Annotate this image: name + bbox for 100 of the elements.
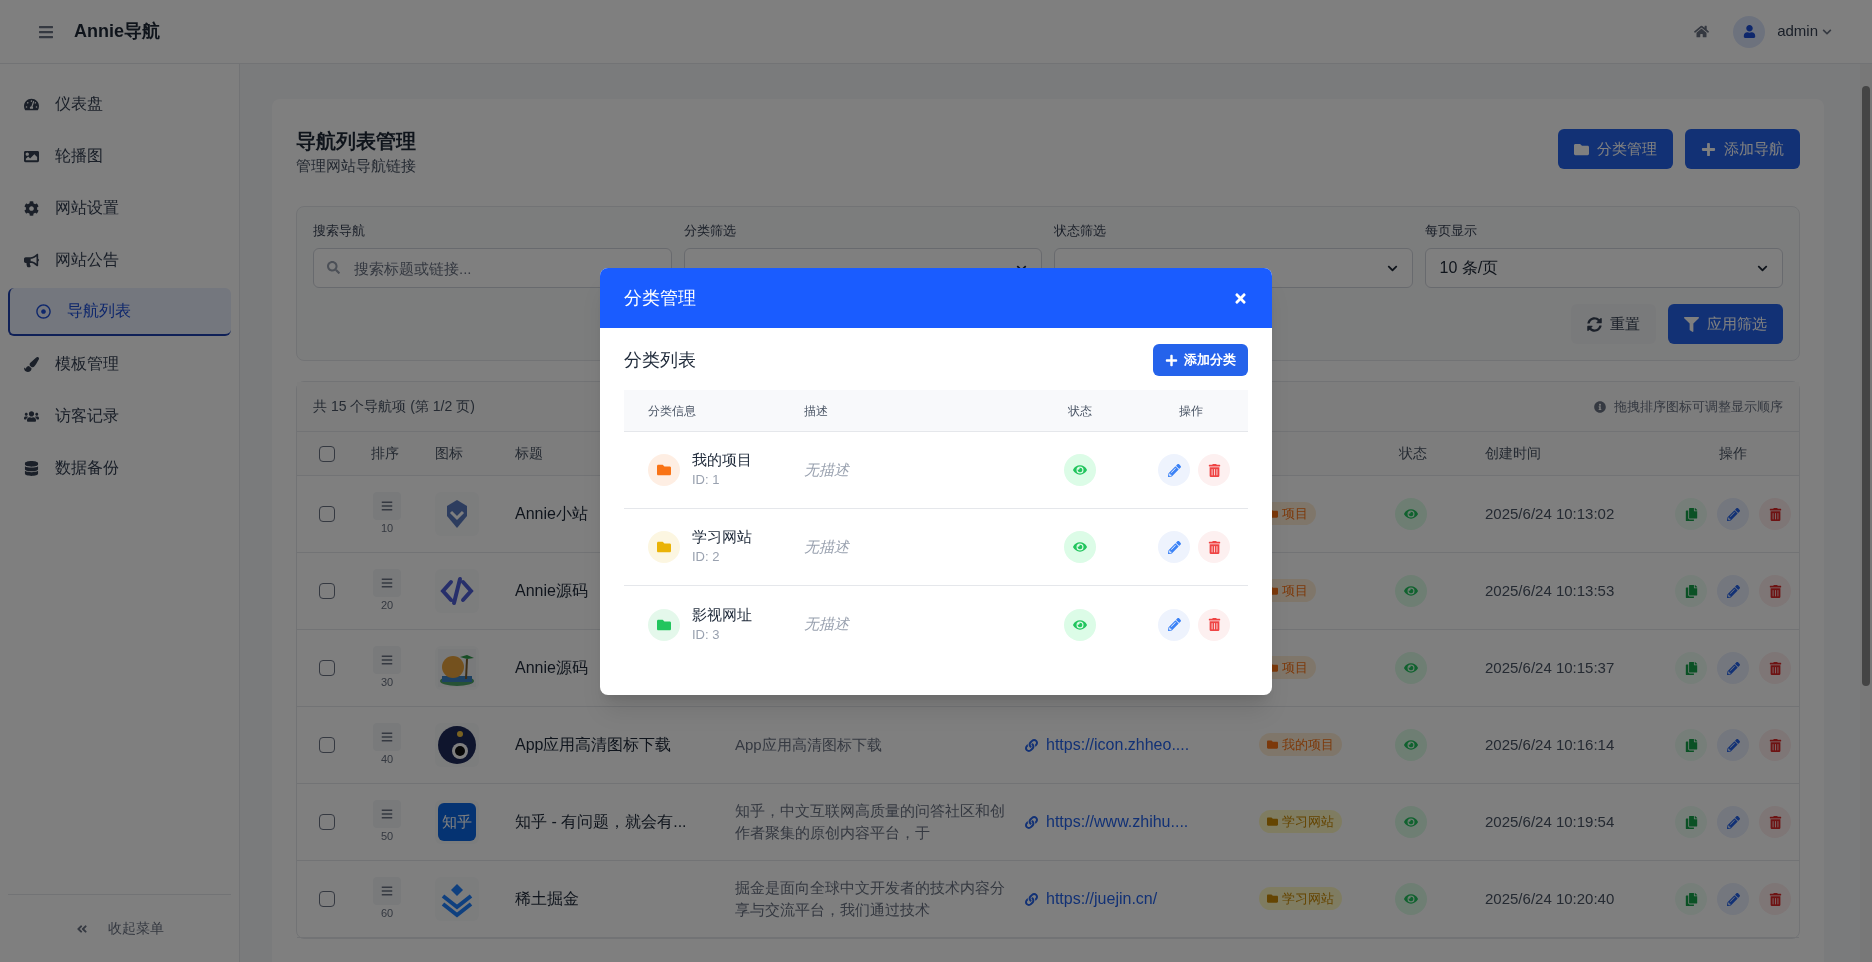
nav-link[interactable]: https://www.zhihu.... xyxy=(1025,810,1245,834)
visible-toggle[interactable] xyxy=(1395,498,1427,530)
home-icon[interactable] xyxy=(1694,24,1710,39)
edit-button[interactable] xyxy=(1717,575,1749,607)
folder-icon xyxy=(1574,141,1589,157)
folder-icon xyxy=(657,463,671,477)
drag-handle[interactable] xyxy=(373,722,401,751)
collapse-menu-link[interactable]: 收起菜单 xyxy=(107,918,164,939)
edit-button[interactable] xyxy=(1717,652,1749,684)
visible-toggle[interactable] xyxy=(1064,454,1096,486)
nav-link[interactable]: https://juejin.cn/ xyxy=(1025,887,1245,911)
eye-icon xyxy=(1073,617,1087,632)
eye-icon xyxy=(1404,738,1418,752)
search-field[interactable]: 搜索标题或链接... xyxy=(313,248,672,288)
target-icon xyxy=(36,303,51,319)
sort-number: 40 xyxy=(380,751,394,767)
select-all-checkbox[interactable] xyxy=(319,445,335,462)
folder-icon xyxy=(1267,739,1278,751)
edit-button[interactable] xyxy=(1717,498,1749,530)
header-button[interactable]: 分类管理 xyxy=(1558,129,1673,169)
nav-description: App应用高清图标下载 xyxy=(735,735,883,755)
copy-button[interactable] xyxy=(1675,806,1707,838)
delete-button[interactable] xyxy=(1759,729,1791,761)
row-checkbox[interactable] xyxy=(319,506,335,522)
scrollbar[interactable] xyxy=(1860,64,1872,962)
created-time: 2025/6/24 10:15:37 xyxy=(1485,657,1616,678)
chevron-down-icon[interactable] xyxy=(1822,26,1832,37)
copy-button[interactable] xyxy=(1675,729,1707,761)
delete-button[interactable] xyxy=(1759,498,1791,530)
column-header: 排序 xyxy=(371,444,399,463)
drag-handle[interactable] xyxy=(373,876,401,905)
delete-button[interactable] xyxy=(1198,608,1230,641)
row-checkbox[interactable] xyxy=(319,583,335,599)
visible-toggle[interactable] xyxy=(1395,575,1427,607)
select-field[interactable]: 10 条/页 xyxy=(1424,248,1783,288)
sidebar-item[interactable]: 模板管理 xyxy=(8,340,231,388)
visible-toggle[interactable] xyxy=(1395,729,1427,761)
copy-button[interactable] xyxy=(1675,498,1707,530)
nav-link[interactable]: https://icon.zhheo.... xyxy=(1025,733,1245,757)
drag-handle[interactable] xyxy=(373,645,401,674)
edit-button[interactable] xyxy=(1717,883,1749,915)
header-button[interactable]: 添加导航 xyxy=(1685,129,1800,169)
category-name: 我的项目 xyxy=(692,450,752,471)
visible-toggle[interactable] xyxy=(1395,883,1427,915)
column-header: 操作 xyxy=(1178,402,1204,420)
user-name[interactable]: admin xyxy=(1777,20,1818,43)
trash-icon xyxy=(1207,540,1221,554)
delete-button[interactable] xyxy=(1759,883,1791,915)
drag-handle[interactable] xyxy=(373,491,401,520)
eye-icon xyxy=(1404,661,1418,675)
copy-button[interactable] xyxy=(1675,652,1707,684)
add-category-button[interactable]: 添加分类 xyxy=(1153,344,1248,376)
row-checkbox[interactable] xyxy=(319,891,335,907)
visible-toggle[interactable] xyxy=(1395,806,1427,838)
row-checkbox[interactable] xyxy=(319,814,335,830)
delete-button[interactable] xyxy=(1759,575,1791,607)
collapse-icon[interactable] xyxy=(75,922,88,935)
copy-button[interactable] xyxy=(1675,883,1707,915)
sidebar-item[interactable]: 导航列表 xyxy=(8,288,231,336)
edit-button[interactable] xyxy=(1717,806,1749,838)
logo-icon: 知乎 xyxy=(438,803,476,841)
avatar-icon[interactable] xyxy=(1733,15,1766,48)
visible-toggle[interactable] xyxy=(1064,608,1096,641)
sidebar-label: 模板管理 xyxy=(55,354,119,374)
edit-button[interactable] xyxy=(1158,531,1190,563)
filter-label: 分类筛选 xyxy=(683,221,737,240)
pencil-icon xyxy=(1726,661,1740,675)
sidebar-item[interactable]: 仪表盘 xyxy=(8,80,231,128)
delete-button[interactable] xyxy=(1759,652,1791,684)
plus-icon xyxy=(1701,141,1716,157)
visible-toggle[interactable] xyxy=(1064,531,1096,563)
sidebar-item[interactable]: 网站公告 xyxy=(8,236,231,284)
nav-title: Annie小站 xyxy=(515,504,589,524)
delete-button[interactable] xyxy=(1198,454,1230,486)
sidebar-item[interactable]: 网站设置 xyxy=(8,184,231,232)
column-header: 描述 xyxy=(804,402,829,420)
sidebar-item[interactable]: 数据备份 xyxy=(8,444,231,492)
menu-icon[interactable] xyxy=(38,23,54,40)
pencil-icon xyxy=(1726,815,1740,829)
edit-button[interactable] xyxy=(1158,608,1190,641)
pencil-icon xyxy=(1726,584,1740,598)
sidebar-item[interactable]: 轮播图 xyxy=(8,132,231,180)
visible-toggle[interactable] xyxy=(1395,652,1427,684)
close-icon[interactable] xyxy=(1233,290,1248,306)
nav-title: App应用高清图标下载 xyxy=(515,735,673,755)
row-checkbox[interactable] xyxy=(319,737,335,753)
drag-handle[interactable] xyxy=(373,799,401,828)
drag-icon xyxy=(381,499,393,512)
apply-filter-button[interactable]: 应用筛选 xyxy=(1668,304,1783,344)
edit-button[interactable] xyxy=(1158,454,1190,486)
edit-button[interactable] xyxy=(1717,729,1749,761)
filter-label: 状态筛选 xyxy=(1054,221,1107,240)
created-time: 2025/6/24 10:20:40 xyxy=(1485,888,1616,909)
delete-button[interactable] xyxy=(1759,806,1791,838)
row-checkbox[interactable] xyxy=(319,660,335,676)
sidebar-item[interactable]: 访客记录 xyxy=(8,392,231,440)
copy-button[interactable] xyxy=(1675,575,1707,607)
delete-button[interactable] xyxy=(1198,531,1230,563)
drag-handle[interactable] xyxy=(373,568,401,597)
sort-number: 30 xyxy=(380,674,394,690)
